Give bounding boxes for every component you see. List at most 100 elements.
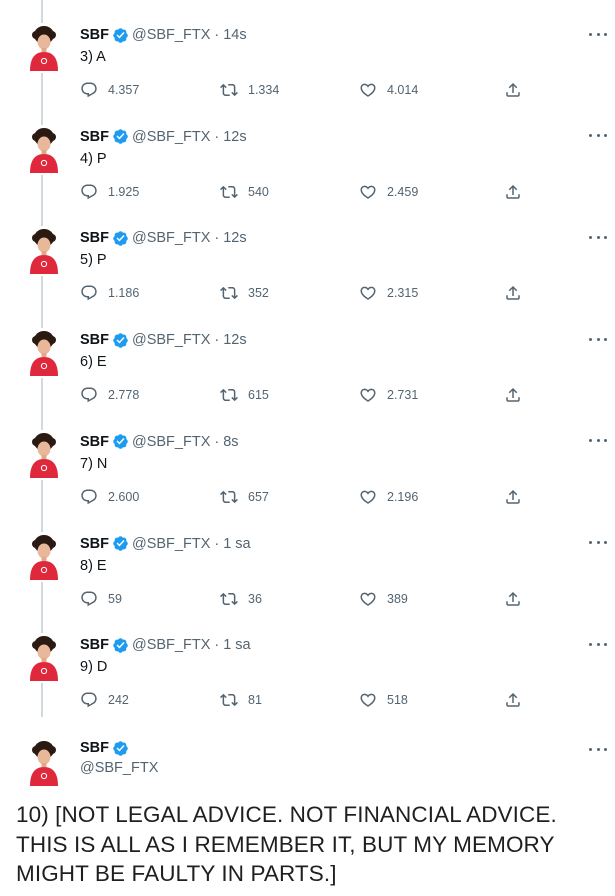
avatar[interactable] [24,125,64,173]
more-dots-icon[interactable] [589,536,607,550]
tweet-actions: 1.925 540 2.459 [80,181,525,203]
tweet-timestamp[interactable]: 8s [223,434,238,450]
tweet-timestamp[interactable]: 1 sa [223,637,250,653]
reply-icon [80,386,98,404]
share-button[interactable] [504,181,522,203]
retweet-count: 657 [248,489,269,504]
tweet[interactable]: SBF @SBF_FTX · 1 sa 9) D 242 81 518 [0,615,615,718]
reply-button[interactable]: 2.778 [80,384,139,406]
tweet-timestamp[interactable]: 12s [223,129,246,145]
tweet-timestamp[interactable]: 12s [223,332,246,348]
share-icon [504,284,522,302]
retweet-button[interactable]: 615 [220,384,269,406]
heart-icon [359,81,377,99]
share-button[interactable] [504,689,522,711]
more-dots-icon[interactable] [589,434,607,448]
retweet-icon [220,183,238,201]
tweet[interactable]: SBF @SBF_FTX · 14s 3) A 4.357 1.334 4.014 [0,0,615,107]
final-tweet[interactable]: SBF @SBF_FTX [0,720,615,810]
reply-button[interactable]: 242 [80,689,129,711]
verified-badge-icon [112,128,129,145]
author-handle[interactable]: @SBF_FTX [132,129,210,145]
avatar[interactable] [24,738,64,786]
retweet-button[interactable]: 352 [220,282,269,304]
retweet-button[interactable]: 36 [220,588,262,610]
author-handle[interactable]: @SBF_FTX [132,434,210,450]
like-button[interactable]: 518 [359,689,408,711]
tweet-actions: 2.600 657 2.196 [80,486,525,508]
like-button[interactable]: 4.014 [359,79,418,101]
reply-button[interactable]: 1.925 [80,181,139,203]
like-count: 389 [387,591,408,606]
author-handle[interactable]: @SBF_FTX [132,637,210,653]
avatar[interactable] [24,23,64,71]
author-name[interactable]: SBF [80,740,109,756]
tweet-text: 7) N [80,455,108,472]
share-button[interactable] [504,282,522,304]
avatar[interactable] [24,633,64,682]
verified-badge-icon [112,332,129,349]
share-button[interactable] [504,79,522,101]
more-dots-icon[interactable] [589,637,607,651]
share-button[interactable] [504,486,522,508]
tweet[interactable]: SBF @SBF_FTX · 1 sa 8) E 59 36 389 [0,513,615,616]
author-name[interactable]: SBF [80,27,109,43]
share-button[interactable] [504,588,522,610]
tweet-timestamp[interactable]: 12s [223,230,246,246]
reply-button[interactable]: 2.600 [80,486,139,508]
author-handle[interactable]: @SBF_FTX [132,332,210,348]
author-name[interactable]: SBF [80,434,109,450]
more-dots-icon[interactable] [589,230,607,244]
reply-count: 2.600 [108,489,140,504]
reply-icon [80,691,98,709]
retweet-button[interactable]: 540 [220,181,269,203]
like-count: 2.459 [387,184,419,199]
avatar[interactable] [24,430,64,478]
retweet-icon [220,590,238,608]
tweet-timestamp[interactable]: 1 sa [223,536,250,552]
author-handle[interactable]: @SBF_FTX [132,27,210,43]
heart-icon [359,691,377,709]
tweet[interactable]: SBF @SBF_FTX · 12s 5) P 1.186 352 2.315 [0,208,615,311]
retweet-button[interactable]: 657 [220,486,269,508]
like-button[interactable]: 389 [359,588,408,610]
like-button[interactable]: 2.731 [359,384,418,406]
author-name[interactable]: SBF [80,536,109,552]
like-count: 518 [387,693,408,708]
reply-count: 1.186 [108,286,140,301]
author-name[interactable]: SBF [80,637,109,653]
author-handle[interactable]: @SBF_FTX [80,760,158,776]
more-dots-icon[interactable] [589,27,607,41]
like-button[interactable]: 2.459 [359,181,418,203]
reply-icon [80,183,98,201]
more-dots-icon[interactable] [589,129,607,143]
author-handle[interactable]: @SBF_FTX [132,536,210,552]
tweet-header: SBF @SBF_FTX · 12s [80,331,247,349]
thread-connector-line [41,513,43,532]
avatar[interactable] [24,532,64,580]
author-name[interactable]: SBF [80,230,109,246]
tweet[interactable]: SBF @SBF_FTX · 8s 7) N 2.600 657 2.196 [0,411,615,514]
author-handle[interactable]: @SBF_FTX [132,230,210,246]
avatar[interactable] [24,328,64,377]
share-button[interactable] [504,384,522,406]
heart-icon [359,590,377,608]
retweet-button[interactable]: 81 [220,689,262,711]
reply-button[interactable]: 59 [80,588,122,610]
share-icon [504,183,522,201]
author-name[interactable]: SBF [80,129,109,145]
separator-dot: · [214,27,220,43]
separator-dot: · [214,433,220,450]
reply-button[interactable]: 4.357 [80,79,139,101]
reply-button[interactable]: 1.186 [80,282,139,304]
author-name[interactable]: SBF [80,332,109,348]
tweet[interactable]: SBF @SBF_FTX · 12s 6) E 2.778 615 2.731 [0,310,615,413]
tweet-timestamp[interactable]: 14s [223,27,246,43]
more-dots-icon[interactable] [589,742,607,756]
like-button[interactable]: 2.196 [359,486,418,508]
avatar[interactable] [24,226,64,275]
more-dots-icon[interactable] [589,332,607,346]
retweet-button[interactable]: 1.334 [220,79,279,101]
tweet[interactable]: SBF @SBF_FTX · 12s 4) P 1.925 540 2.459 [0,106,615,209]
like-button[interactable]: 2.315 [359,282,418,304]
